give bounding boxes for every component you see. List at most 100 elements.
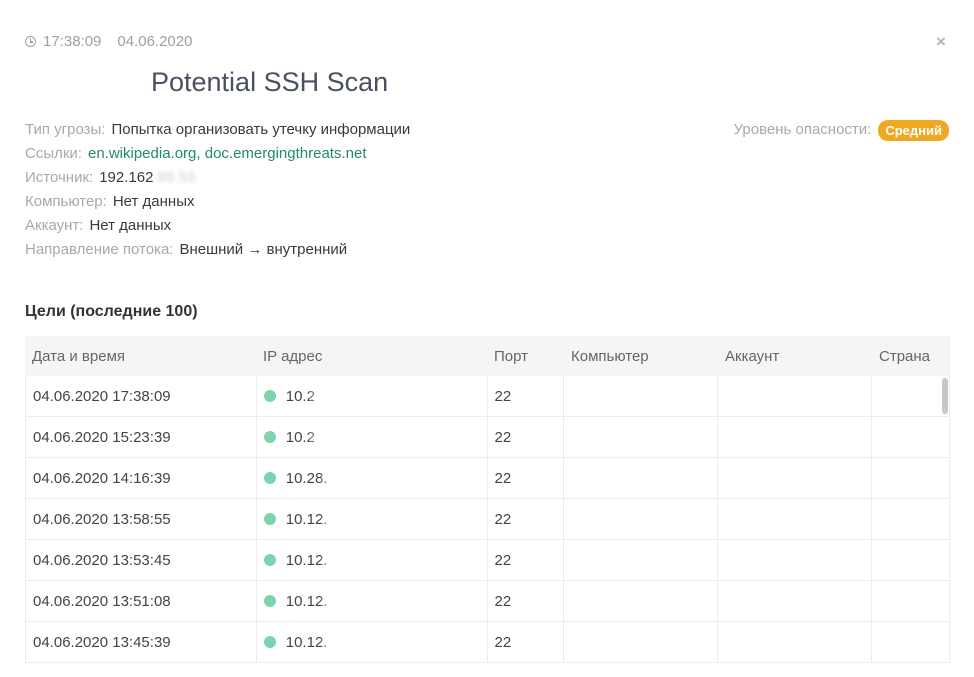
- event-date: 04.06.2020: [117, 33, 193, 50]
- column-header-port[interactable]: Порт: [487, 348, 564, 365]
- source-row: Источник: 192.162 .89.53: [25, 166, 410, 190]
- cell-port: 22: [488, 376, 565, 416]
- column-header-ip[interactable]: IP адрес: [256, 348, 487, 365]
- table-scrollbar[interactable]: [942, 378, 948, 414]
- ip-redaction: [308, 387, 404, 405]
- status-dot-icon: [263, 513, 276, 525]
- table-row[interactable]: 04.06.2020 14:16:39 10.28. 22: [26, 458, 950, 499]
- cell-datetime: 04.06.2020 14:16:39: [26, 458, 257, 498]
- status-dot-icon: [263, 595, 276, 607]
- source-ip-redacted: .89.53: [153, 169, 196, 186]
- cell-port: 22: [488, 540, 565, 580]
- cell-datetime: 04.06.2020 15:23:39: [26, 417, 257, 457]
- status-dot-icon: [263, 472, 276, 484]
- severity-badge: Средний: [878, 119, 949, 141]
- table-row[interactable]: 04.06.2020 13:51:08 10.12. 22: [26, 581, 950, 622]
- table-row[interactable]: 04.06.2020 13:58:55 10.12. 22: [26, 499, 950, 540]
- source-label: Источник:: [25, 169, 94, 186]
- flow-value: Внешний → внутренний: [179, 241, 348, 258]
- cell-datetime: 04.06.2020 13:58:55: [26, 499, 257, 539]
- cell-datetime: 04.06.2020 13:51:08: [26, 581, 257, 621]
- cell-ip: 10.28.: [257, 458, 488, 498]
- threat-type-value: Попытка организовать утечку информации: [111, 121, 411, 138]
- ip-redaction: [321, 592, 417, 610]
- cell-country: [872, 417, 950, 457]
- cell-datetime: 04.06.2020 17:38:09: [26, 376, 257, 416]
- page-title: Potential SSH Scan: [151, 67, 389, 97]
- close-icon[interactable]: ×: [936, 32, 946, 52]
- link-wikipedia[interactable]: en.wikipedia.org: [88, 142, 196, 166]
- computer-row: Компьютер: Нет данных: [25, 190, 410, 214]
- threat-details: Тип угрозы: Попытка организовать утечку …: [25, 118, 410, 262]
- computer-label: Компьютер:: [25, 193, 107, 210]
- status-dot-icon: [263, 390, 276, 402]
- table-header: Дата и время IP адрес Порт Компьютер Акк…: [25, 336, 950, 376]
- column-header-datetime[interactable]: Дата и время: [25, 348, 256, 365]
- link-emergingthreats[interactable]: doc.emergingthreats.net: [205, 142, 367, 166]
- cell-country: [872, 376, 950, 416]
- cell-ip: 10.12.: [257, 581, 488, 621]
- cell-computer: [564, 540, 719, 580]
- cell-computer: [564, 622, 719, 662]
- cell-port: 22: [488, 581, 565, 621]
- status-dot-icon: [263, 431, 276, 443]
- table-row[interactable]: 04.06.2020 15:23:39 10.2 22: [26, 417, 950, 458]
- column-header-country[interactable]: Страна: [872, 348, 950, 365]
- account-value: Нет данных: [89, 217, 172, 234]
- severity: Уровень опасности: Средний: [734, 118, 949, 142]
- cell-computer: [564, 376, 719, 416]
- status-dot-icon: [263, 554, 276, 566]
- table-row[interactable]: 04.06.2020 17:38:09 10.2 22: [26, 376, 950, 417]
- table-body: 04.06.2020 17:38:09 10.2 22 04.06.2020 1…: [25, 376, 950, 664]
- cell-computer: [564, 458, 719, 498]
- link-separator: ,: [196, 145, 205, 162]
- timestamp: 17:38:09 04.06.2020: [25, 33, 192, 50]
- account-label: Аккаунт:: [25, 217, 84, 234]
- clock-icon: [25, 36, 36, 47]
- column-header-computer[interactable]: Компьютер: [564, 348, 718, 365]
- cell-account: [718, 376, 873, 416]
- cell-account: [718, 499, 873, 539]
- ip-redaction: [321, 551, 417, 569]
- computer-value: Нет данных: [112, 193, 195, 210]
- cell-account: [718, 540, 873, 580]
- ip-redaction: [321, 510, 417, 528]
- cell-ip: 10.2: [257, 376, 488, 416]
- targets-table: Дата и время IP адрес Порт Компьютер Акк…: [25, 336, 950, 664]
- ip-redaction: [321, 469, 417, 487]
- cell-ip: 10.12.: [257, 540, 488, 580]
- cell-country: [872, 581, 950, 621]
- cell-port: 22: [488, 458, 565, 498]
- cell-datetime: 04.06.2020 13:53:45: [26, 540, 257, 580]
- ip-redaction: [308, 428, 404, 446]
- table-row[interactable]: 04.06.2020 13:53:45 10.12. 22: [26, 540, 950, 581]
- cell-ip: 10.12.: [257, 499, 488, 539]
- cell-port: 22: [488, 417, 565, 457]
- threat-type-label: Тип угрозы:: [25, 121, 106, 138]
- cell-country: [872, 540, 950, 580]
- cell-port: 22: [488, 622, 565, 662]
- cell-computer: [564, 417, 719, 457]
- threat-type-row: Тип угрозы: Попытка организовать утечку …: [25, 118, 410, 142]
- flow-label: Направление потока:: [25, 241, 174, 258]
- cell-country: [872, 458, 950, 498]
- cell-computer: [564, 499, 719, 539]
- flow-row: Направление потока: Внешний → внутренний: [25, 238, 410, 262]
- cell-account: [718, 458, 873, 498]
- event-time: 17:38:09: [43, 33, 102, 50]
- cell-datetime: 04.06.2020 13:45:39: [26, 622, 257, 662]
- table-row[interactable]: 04.06.2020 13:45:39 10.12. 22: [26, 622, 950, 663]
- cell-account: [718, 417, 873, 457]
- cell-country: [872, 622, 950, 662]
- severity-label: Уровень опасности:: [733, 121, 872, 138]
- targets-title: Цели (последние 100): [25, 303, 198, 320]
- cell-ip: 10.2: [257, 417, 488, 457]
- cell-ip: 10.12.: [257, 622, 488, 662]
- column-header-account[interactable]: Аккаунт: [718, 348, 872, 365]
- source-ip: 192.162: [99, 169, 154, 186]
- cell-country: [872, 499, 950, 539]
- cell-port: 22: [488, 499, 565, 539]
- cell-account: [718, 622, 873, 662]
- status-dot-icon: [263, 636, 276, 648]
- ip-redaction: [321, 633, 417, 651]
